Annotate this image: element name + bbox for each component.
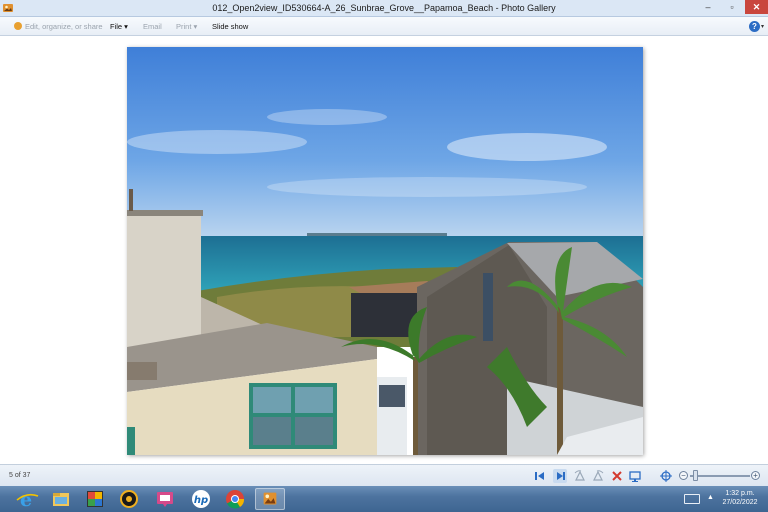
photo-image [127, 47, 643, 455]
photo-coastal-view[interactable] [127, 47, 643, 455]
clock-date: 27/02/2022 [722, 499, 758, 506]
delete-icon[interactable] [610, 469, 624, 483]
hp-icon[interactable]: hp [186, 488, 216, 510]
toolbar: Edit, organize, or share File ▾ Email Pr… [0, 17, 768, 36]
slide-show-button[interactable]: Slide show [212, 22, 248, 31]
slideshow-monitor-icon[interactable] [628, 469, 642, 483]
minimize-button[interactable]: – [697, 0, 719, 14]
zoom-in-button[interactable]: + [751, 471, 760, 480]
file-menu[interactable]: File ▾ [110, 22, 128, 31]
media-player-icon[interactable] [114, 488, 144, 510]
chrome-icon[interactable] [220, 488, 250, 510]
control-bar: 5 of 37 − + [0, 464, 768, 486]
keyboard-icon[interactable] [684, 494, 700, 504]
rotate-left-icon[interactable] [573, 469, 587, 483]
previous-icon[interactable] [533, 469, 547, 483]
clock-time: 1:32 p.m. [725, 490, 755, 497]
file-explorer-icon[interactable] [46, 488, 76, 510]
title-bar: 012_Open2view_ID530664-A_26_Sunbrae_Grov… [0, 0, 768, 17]
svg-text:hp: hp [194, 495, 208, 506]
photo-viewer [0, 36, 768, 464]
email-button[interactable]: Email [143, 22, 162, 31]
edit-organize-share-button[interactable]: Edit, organize, or share [25, 22, 103, 31]
help-dropdown-caret[interactable]: ▾ [761, 23, 764, 30]
rotate-right-icon[interactable] [591, 469, 605, 483]
zoom-out-button[interactable]: − [679, 471, 688, 480]
photo-app-icon[interactable] [80, 488, 110, 510]
zoom-slider-thumb[interactable] [692, 470, 698, 481]
photo-counter: 5 of 37 [9, 472, 31, 479]
taskbar: e hp ▲ 1:32 p.m. 27/02/2022 [0, 486, 768, 512]
play-slideshow-icon[interactable] [553, 469, 567, 483]
clock[interactable]: 1:32 p.m. 27/02/2022 [718, 489, 762, 507]
internet-explorer-icon[interactable]: e [12, 488, 42, 510]
help-icon[interactable]: ? [749, 21, 760, 32]
actual-size-icon[interactable] [659, 469, 673, 483]
print-menu[interactable]: Print ▾ [176, 22, 197, 31]
photo-gallery-taskbar-icon[interactable] [255, 488, 285, 510]
show-hidden-icons-icon[interactable]: ▲ [707, 494, 714, 501]
presentation-app-icon[interactable] [150, 488, 180, 510]
maximize-button[interactable]: ▫ [721, 0, 743, 14]
window-title: 012_Open2view_ID530664-A_26_Sunbrae_Grov… [212, 3, 556, 13]
zoom-slider-track[interactable] [690, 475, 750, 477]
close-button[interactable]: ✕ [745, 0, 768, 14]
svg-text:e: e [20, 489, 32, 510]
edit-organize-icon [14, 22, 22, 30]
